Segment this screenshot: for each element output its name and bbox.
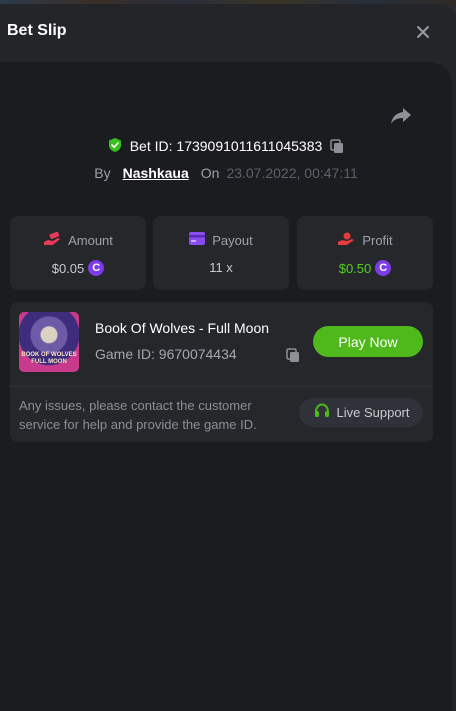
hand-coin-icon: [337, 232, 355, 249]
on-label: On: [200, 165, 220, 181]
bet-meta-row: By Nashkaua On 23.07.2022, 00:47:11: [0, 162, 452, 184]
amount-card: Amount $0.05 C: [10, 216, 146, 290]
user-link[interactable]: Nashkaua: [123, 165, 189, 181]
headset-icon: [313, 402, 331, 423]
game-id: Game ID: 9670074434: [95, 346, 237, 362]
modal-header: Bet Slip: [0, 4, 456, 62]
coin-icon: C: [88, 260, 105, 276]
by-label: By: [94, 165, 111, 181]
profit-value-row: $0.50 C: [297, 260, 433, 276]
game-card: BOOK OF WOLVES FULL MOON Book Of Wolves …: [10, 302, 433, 442]
game-id-row: Game ID: 9670074434: [95, 346, 305, 364]
bet-date: 23.07.2022, 00:47:11: [226, 165, 358, 181]
profit-value: $0.50: [338, 260, 372, 276]
profit-label-row: Profit: [297, 232, 433, 249]
game-title: Book Of Wolves - Full Moon: [95, 320, 270, 336]
divider: [10, 386, 433, 387]
share-icon[interactable]: [389, 105, 413, 127]
game-thumbnail[interactable]: BOOK OF WOLVES FULL MOON: [19, 312, 79, 372]
live-support-label: Live Support: [336, 405, 410, 420]
card-icon: [189, 232, 206, 248]
modal-title: Bet Slip: [7, 22, 67, 39]
copy-bet-id-icon[interactable]: [329, 138, 345, 154]
payout-label-row: Payout: [153, 232, 289, 248]
hand-money-icon: [43, 231, 61, 249]
thumbnail-logo-text: BOOK OF WOLVES FULL MOON: [21, 352, 77, 365]
verified-shield-icon: [107, 137, 123, 156]
payout-card: Payout 11 x: [153, 216, 289, 290]
amount-label-row: Amount: [10, 231, 146, 249]
amount-value: $0.05: [51, 260, 85, 276]
play-now-button[interactable]: Play Now: [313, 326, 423, 357]
stats-row: Amount $0.05 C Payout 11 x Profit $0.50 …: [10, 216, 433, 290]
payout-label: Payout: [212, 232, 253, 248]
payout-value-row: 11 x: [153, 260, 289, 275]
copy-game-id-icon[interactable]: [285, 347, 301, 363]
amount-value-row: $0.05 C: [10, 260, 146, 276]
amount-label: Amount: [68, 233, 113, 248]
profit-label: Profit: [362, 233, 393, 248]
bet-slip-modal: Bet Slip Bet ID: 1739091011611045383 By …: [0, 4, 456, 711]
payout-value: 11 x: [209, 260, 233, 275]
profit-card: Profit $0.50 C: [297, 216, 433, 290]
bet-id-row: Bet ID: 1739091011611045383: [0, 135, 452, 157]
bet-id: Bet ID: 1739091011611045383: [129, 138, 323, 154]
bet-details-panel: Bet ID: 1739091011611045383 By Nashkaua …: [0, 62, 452, 711]
support-text: Any issues, please contact the customer …: [19, 398, 257, 432]
close-icon[interactable]: [412, 21, 434, 43]
coin-icon: C: [375, 260, 392, 276]
live-support-button[interactable]: Live Support: [299, 398, 423, 427]
